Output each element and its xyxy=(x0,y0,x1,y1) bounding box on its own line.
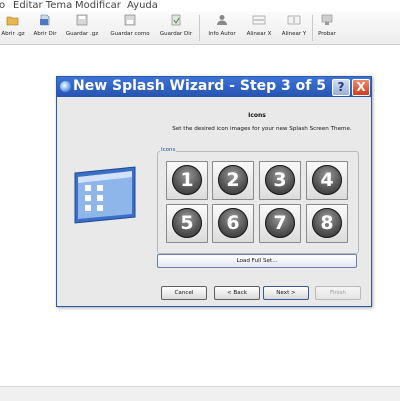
toolbar-divider xyxy=(199,15,200,41)
test-button[interactable]: Probar xyxy=(314,14,340,42)
align-x-icon xyxy=(252,15,266,25)
menu-item-ayuda[interactable]: Ayuda xyxy=(127,0,158,11)
icon-number: 2 xyxy=(226,169,240,191)
step-description: Set the desired icon images for your new… xyxy=(172,126,352,132)
app-icon xyxy=(60,81,71,92)
icon-button-7[interactable]: 7 xyxy=(259,204,301,243)
icons-group-label: Icons xyxy=(160,147,177,153)
align-y-button[interactable]: Alinear Y xyxy=(278,14,310,42)
status-bar xyxy=(0,386,400,401)
author-info-icon xyxy=(217,15,227,25)
menu-bar: o Editar Tema Modificar Ayuda xyxy=(0,0,400,12)
icon-number: 1 xyxy=(180,169,194,191)
close-button[interactable]: X xyxy=(352,79,370,96)
new-splash-wizard-dialog: New Splash Wizard - Step 3 of 5 ? X Icon… xyxy=(56,76,372,307)
save-as-icon xyxy=(124,14,136,26)
icon-button-1[interactable]: 1 xyxy=(166,161,208,200)
next-button[interactable]: Next > xyxy=(263,286,309,300)
icon-button-4[interactable]: 4 xyxy=(306,161,348,200)
save-gz-icon xyxy=(76,14,88,26)
icon-button-2[interactable]: 2 xyxy=(212,161,254,200)
save-gz-button[interactable]: Guardar .gz xyxy=(62,14,102,42)
toolbar-label: Guardar .gz xyxy=(65,31,99,37)
menu-item-editar-tema[interactable]: Editar Tema xyxy=(13,0,72,11)
icon-button-3[interactable]: 3 xyxy=(259,161,301,200)
load-full-set-button[interactable]: Load Full Set... xyxy=(157,254,357,268)
toolbar-label: Guardar Dir xyxy=(159,31,193,37)
help-button[interactable]: ? xyxy=(332,79,350,96)
align-y-icon xyxy=(287,15,301,25)
toolbar-label: Info Autor xyxy=(208,31,236,37)
back-button[interactable]: < Back xyxy=(214,286,260,300)
folder-dir-icon xyxy=(40,14,50,26)
icon-button-5[interactable]: 5 xyxy=(166,204,208,243)
save-as-button[interactable]: Guardar como xyxy=(106,14,154,42)
splash-theme-preview-icon xyxy=(74,166,136,224)
icon-number: 7 xyxy=(273,212,287,234)
open-dir-button[interactable]: Abrir Dir xyxy=(30,14,60,42)
cancel-button[interactable]: Cancel xyxy=(161,286,207,300)
icon-button-6[interactable]: 6 xyxy=(212,204,254,243)
icon-number: 5 xyxy=(180,212,194,234)
toolbar-label: Guardar como xyxy=(110,31,150,37)
dialog-titlebar[interactable]: New Splash Wizard - Step 3 of 5 ? X xyxy=(57,77,371,97)
toolbar-divider xyxy=(312,15,313,41)
toolbar-label: Abrir Dir xyxy=(33,31,57,37)
step-heading: Icons xyxy=(248,112,266,119)
menu-item-modificar[interactable]: Modificar xyxy=(75,0,121,11)
toolbar-label: Alinear Y xyxy=(281,31,307,37)
save-dir-icon xyxy=(171,14,181,26)
menu-item-file[interactable]: o xyxy=(0,0,5,11)
icon-number: 8 xyxy=(320,212,334,234)
align-x-button[interactable]: Alinear X xyxy=(242,14,276,42)
toolbar-label: Alinear X xyxy=(246,31,272,37)
icon-button-8[interactable]: 8 xyxy=(306,204,348,243)
open-gz-button[interactable]: Abrir .gz xyxy=(0,14,26,42)
dialog-title: New Splash Wizard - Step 3 of 5 xyxy=(73,78,326,94)
folder-open-icon xyxy=(6,16,19,26)
icon-number: 3 xyxy=(273,169,287,191)
toolbar-label: Abrir .gz xyxy=(1,31,25,37)
icon-number: 6 xyxy=(226,212,240,234)
save-dir-button[interactable]: Guardar Dir xyxy=(156,14,196,42)
icon-number: 4 xyxy=(320,169,334,191)
toolbar: Abrir .gz Abrir Dir Guardar .gz Guardar … xyxy=(0,12,400,45)
test-preview-icon xyxy=(321,14,333,25)
finish-button[interactable]: Finish xyxy=(315,286,361,300)
author-info-button[interactable]: Info Autor xyxy=(204,14,240,42)
toolbar-label: Probar xyxy=(318,31,336,37)
